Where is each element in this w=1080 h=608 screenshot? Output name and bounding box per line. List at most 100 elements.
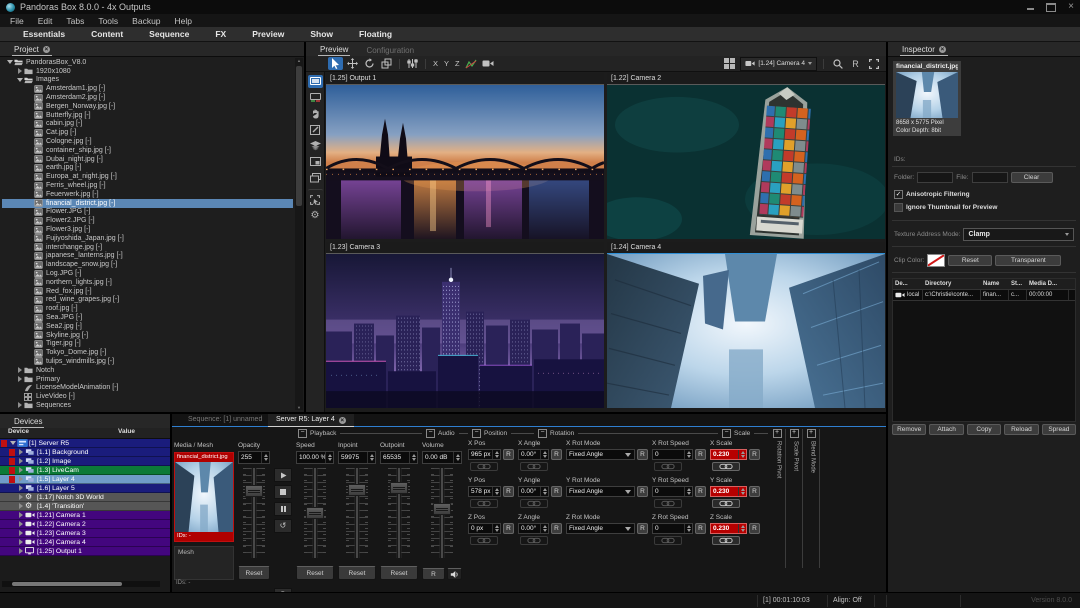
close-icon[interactable]: ×	[1068, 2, 1074, 12]
tree-item[interactable]: northern_lights.jpg [-]	[2, 278, 293, 287]
y-scale-input[interactable]: 0.230	[710, 486, 747, 497]
chevron-right-icon[interactable]	[17, 548, 25, 554]
preview-mode-button[interactable]	[308, 75, 323, 88]
tree-item[interactable]: Flower2.JPG [-]	[2, 216, 293, 225]
tab-sequence[interactable]: Sequence: [1] unnamed	[180, 414, 270, 426]
chevron-right-icon[interactable]	[17, 467, 25, 473]
scroll-down-icon[interactable]: ▼	[295, 405, 303, 410]
link-icon[interactable]	[520, 536, 548, 545]
reset-button[interactable]: R	[749, 486, 760, 497]
collapse-icon[interactable]: −	[472, 429, 481, 438]
collapse-icon[interactable]: −	[298, 429, 307, 438]
table-row[interactable]: localc:\Christie\conte...finan...c...00:…	[893, 289, 1075, 301]
workspace-tab-essentials[interactable]: Essentials	[10, 29, 78, 39]
reset-button[interactable]: R	[749, 449, 760, 460]
device-row[interactable]: [1.22] Camera 2	[0, 520, 170, 529]
table-header[interactable]: Directory	[923, 280, 981, 288]
viewport-camera-4[interactable]: [1.24] Camera 4	[607, 242, 885, 408]
tree-item[interactable]: Sea2.jpg [-]	[2, 322, 293, 331]
clip-color-reset-button[interactable]: Reset	[948, 255, 992, 266]
chevron-right-icon[interactable]	[16, 376, 24, 382]
tree-item[interactable]: Europa_at_night.jpg [-]	[2, 172, 293, 181]
chevron-right-icon[interactable]	[17, 530, 25, 536]
clear-button[interactable]: Clear	[1011, 172, 1053, 183]
fader-handle[interactable]	[348, 484, 366, 496]
menu-help[interactable]: Help	[168, 16, 199, 26]
reset-button[interactable]: R	[551, 449, 562, 460]
link-icon[interactable]	[712, 499, 740, 508]
collapsed-section-rotation-pivot[interactable]: + Rotation Pivot	[772, 429, 786, 568]
mesh-box[interactable]: Mesh	[174, 546, 234, 580]
link-icon[interactable]	[520, 499, 548, 508]
reset-button[interactable]: R	[695, 486, 706, 497]
play-button[interactable]	[274, 468, 292, 482]
table-header[interactable]: St...	[1009, 280, 1027, 288]
gear-icon[interactable]: ⚙	[308, 209, 323, 222]
move-tool-button[interactable]	[345, 57, 360, 70]
maximize-icon[interactable]	[1046, 3, 1056, 12]
volume-value[interactable]: 0.00 dB	[422, 451, 462, 464]
opacity-fader[interactable]	[243, 468, 265, 558]
tree-item[interactable]: Feuerwerk.jpg [-]	[2, 190, 293, 199]
outpoint-value[interactable]: 65535	[380, 451, 418, 464]
tree-item[interactable]: Dubai_night.jpg [-]	[2, 155, 293, 164]
tree-item[interactable]: red_wine_grapes.jpg [-]	[2, 296, 293, 305]
tree-item[interactable]: Notch	[2, 366, 293, 375]
device-row[interactable]: [1.3] LiveCam	[0, 466, 170, 475]
tree-item[interactable]: PandorasBox_V8.0	[2, 58, 293, 67]
x-scale-input[interactable]: 0.230	[710, 449, 747, 460]
tab-layer-4[interactable]: Server R5: Layer 4×	[268, 414, 354, 427]
folder-id-input[interactable]	[917, 172, 953, 183]
device-row[interactable]: [1.24] Camera 4	[0, 538, 170, 547]
scroll-up-icon[interactable]: ▲	[295, 58, 303, 63]
collapsed-section-blend-mode[interactable]: + Blend Mode	[806, 429, 820, 568]
scrollbar-thumb[interactable]	[12, 582, 122, 586]
y-angle-input[interactable]: 0.00°	[518, 486, 549, 497]
stacked-views-button[interactable]	[308, 171, 323, 184]
section-playback[interactable]: −Playback	[298, 429, 422, 438]
chevron-right-icon[interactable]	[16, 367, 24, 373]
collapsed-section-scale-pivot[interactable]: + Scale Pivot	[789, 429, 803, 568]
tree-item[interactable]: Sequences	[2, 401, 293, 410]
link-icon[interactable]	[520, 462, 548, 471]
assigned-media-thumbnail[interactable]: financial_district.jpg IDs: -	[174, 452, 234, 542]
device-row[interactable]: [1.21] Camera 1	[0, 511, 170, 520]
link-icon[interactable]	[470, 462, 498, 471]
table-header[interactable]: De...	[893, 280, 923, 288]
menu-tools[interactable]: Tools	[91, 16, 125, 26]
fader-handle[interactable]	[433, 503, 451, 515]
tree-item[interactable]: roof.jpg [-]	[2, 304, 293, 313]
tree-item[interactable]: container_ship.jpg [-]	[2, 146, 293, 155]
speaker-icon[interactable]	[447, 568, 462, 580]
tree-item[interactable]: Flower3.jpg [-]	[2, 225, 293, 234]
link-icon[interactable]	[470, 499, 498, 508]
tab-project[interactable]: Project×	[12, 45, 52, 56]
tree-item[interactable]: Amsterdam2.jpg [-]	[2, 93, 293, 102]
minimize-icon[interactable]	[1027, 8, 1034, 10]
chevron-down-icon[interactable]	[9, 441, 17, 445]
link-icon[interactable]	[470, 536, 498, 545]
menu-tabs[interactable]: Tabs	[59, 16, 91, 26]
tree-item[interactable]: cabin.jpg [-]	[2, 120, 293, 129]
chevron-right-icon[interactable]	[16, 402, 24, 408]
reset-button[interactable]: R	[503, 486, 514, 497]
workspace-tab-fx[interactable]: FX	[202, 29, 239, 39]
chevron-right-icon[interactable]	[17, 503, 25, 509]
spread-button[interactable]: Spread	[1042, 424, 1076, 435]
workspace-tab-show[interactable]: Show	[297, 29, 346, 39]
fader-handle[interactable]	[245, 485, 263, 497]
workspace-tab-floating[interactable]: Floating	[346, 29, 405, 39]
collapse-icon[interactable]: −	[538, 429, 547, 438]
stop-button[interactable]	[274, 485, 292, 499]
tab-inspector[interactable]: Inspector×	[900, 45, 948, 56]
x-pos-input[interactable]: 965 px	[468, 449, 501, 460]
outpoint-fader[interactable]	[388, 468, 410, 558]
section-audio[interactable]: −Audio	[426, 429, 468, 438]
close-icon[interactable]: ×	[339, 417, 346, 424]
z-rot-speed-input[interactable]: 0	[652, 523, 693, 534]
expand-icon[interactable]: +	[773, 429, 782, 438]
menu-backup[interactable]: Backup	[125, 16, 167, 26]
clip-color-swatch[interactable]	[927, 254, 945, 267]
loop-button[interactable]: ↺	[274, 519, 292, 533]
tree-item[interactable]: Flower.JPG [-]	[2, 208, 293, 217]
